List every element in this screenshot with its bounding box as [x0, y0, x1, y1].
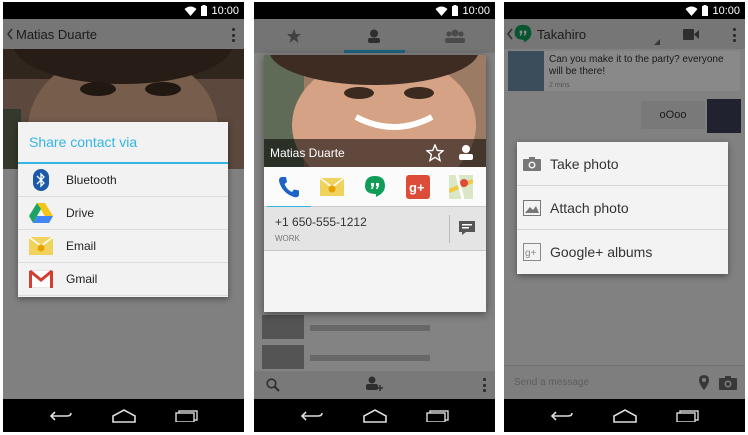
back-nav-icon[interactable]	[547, 405, 577, 427]
share-option-label: Drive	[66, 206, 95, 220]
status-bar: 10:00	[504, 2, 745, 19]
quick-contact-card: Matias Duarte g+ +1 650-555-1212 WORK	[264, 55, 486, 312]
share-contact-dialog: Share contact via Bluetooth Drive Email …	[18, 122, 228, 297]
email-icon	[320, 177, 345, 196]
phone-action[interactable]	[267, 173, 312, 208]
divider	[449, 215, 450, 243]
status-time: 10:00	[712, 4, 740, 17]
home-nav-icon[interactable]	[109, 405, 139, 427]
back-nav-icon[interactable]	[46, 405, 76, 427]
phone-icon	[279, 176, 300, 197]
recents-nav-icon[interactable]	[423, 405, 453, 427]
status-time: 10:00	[211, 4, 239, 17]
recents-nav-icon[interactable]	[172, 405, 202, 427]
navigation-bar	[3, 399, 244, 432]
hangouts-icon	[364, 175, 385, 197]
svg-text:g+: g+	[409, 180, 425, 195]
battery-icon	[452, 5, 459, 16]
phone-number-row[interactable]: +1 650-555-1212 WORK	[264, 207, 486, 251]
attach-option-attach-photo[interactable]: Attach photo	[517, 186, 728, 230]
phone-quick-contact: 10:00 Matias Duarte g+ +1 650-555-1212 W…	[254, 2, 495, 432]
share-option-email[interactable]: Email	[18, 230, 228, 263]
attach-option-label: Attach photo	[550, 199, 629, 216]
recents-nav-icon[interactable]	[673, 405, 703, 427]
status-bar: 10:00	[3, 2, 244, 19]
svg-text:g+: g+	[525, 248, 537, 259]
battery-icon	[702, 5, 709, 16]
google-plus-icon: g+	[523, 243, 541, 261]
battery-icon	[201, 5, 208, 16]
attach-option-take-photo[interactable]: Take photo	[517, 142, 728, 186]
navigation-bar	[504, 399, 745, 432]
navigation-bar	[254, 399, 495, 432]
email-action[interactable]	[318, 173, 346, 201]
home-nav-icon[interactable]	[610, 405, 640, 427]
email-icon	[28, 234, 54, 258]
share-option-drive[interactable]: Drive	[18, 197, 228, 230]
share-option-label: Gmail	[66, 272, 98, 286]
phone-messaging-attach: 10:00 Takahiro Can you make it to the pa…	[504, 2, 745, 432]
share-option-gmail[interactable]: Gmail	[18, 263, 228, 296]
camera-icon	[523, 155, 541, 173]
quick-contact-namebar: Matias Duarte	[264, 139, 486, 167]
share-option-label: Email	[66, 239, 97, 253]
person-icon[interactable]	[458, 144, 474, 162]
gmail-icon	[28, 267, 54, 291]
image-icon	[523, 199, 541, 217]
wifi-icon	[435, 6, 448, 16]
quick-contact-app-strip: g+	[264, 167, 486, 208]
star-outline-icon[interactable]	[426, 144, 444, 162]
drive-icon	[28, 201, 54, 225]
share-option-bluetooth[interactable]: Bluetooth	[18, 164, 228, 197]
google-plus-icon: g+	[405, 174, 430, 199]
status-bar: 10:00	[254, 2, 495, 19]
home-nav-icon[interactable]	[360, 405, 390, 427]
hangouts-action[interactable]	[361, 173, 389, 201]
wifi-icon	[685, 6, 698, 16]
phone-number: +1 650-555-1212	[275, 215, 367, 229]
wifi-icon	[184, 6, 197, 16]
bluetooth-icon	[28, 168, 54, 192]
maps-action[interactable]	[447, 173, 475, 201]
attach-option-label: Take photo	[550, 155, 619, 172]
attach-option-google-plus-albums[interactable]: g+ Google+ albums	[517, 230, 728, 274]
phone-type: WORK	[275, 234, 300, 243]
google-plus-action[interactable]: g+	[404, 173, 432, 201]
quick-contact-name: Matias Duarte	[270, 146, 345, 160]
status-time: 10:00	[462, 4, 490, 17]
phone-share-contact: 10:00 Matias Duarte Share contact via Bl…	[3, 2, 244, 432]
attach-dialog: Take photo Attach photo g+ Google+ album…	[517, 142, 728, 274]
attach-option-label: Google+ albums	[550, 244, 653, 260]
maps-icon	[448, 174, 473, 199]
back-nav-icon[interactable]	[297, 405, 327, 427]
share-dialog-title: Share contact via	[18, 122, 228, 164]
message-icon[interactable]	[459, 221, 475, 235]
share-option-label: Bluetooth	[66, 173, 117, 187]
